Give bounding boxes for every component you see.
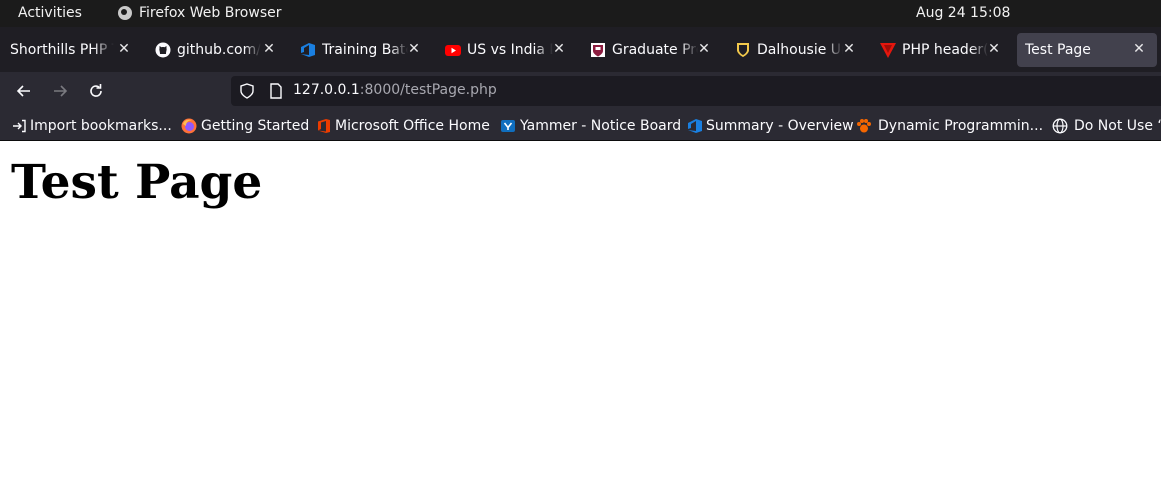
tab-dalhousie[interactable]: Dalhousie University ✕ xyxy=(735,33,857,67)
globe-icon xyxy=(1052,118,1068,134)
bookmarks-toolbar: Import bookmarks... Getting Started Micr… xyxy=(0,110,1161,141)
tab-title: Training Batch xyxy=(322,42,408,58)
tab-title: PHP header() xyxy=(902,42,988,58)
tracking-protection-shield-icon[interactable] xyxy=(239,83,255,99)
page-content: Test Page xyxy=(0,141,1161,502)
tab-title: Shorthills PHP Training xyxy=(10,42,114,58)
clock[interactable]: Aug 24 15:08 xyxy=(916,5,1010,21)
bookmark-dynamic-programming[interactable]: Dynamic Programmin... xyxy=(856,117,1043,134)
red-triangle-icon xyxy=(880,42,896,58)
yammer-icon xyxy=(500,118,516,134)
close-icon[interactable]: ✕ xyxy=(551,41,567,57)
page-info-icon[interactable] xyxy=(269,83,283,99)
tab-training-batch[interactable]: Training Batch ✕ xyxy=(300,33,422,67)
tab-strip: Shorthills PHP Training ✕ github.com/js … xyxy=(0,27,1161,72)
tab-php-header[interactable]: PHP header() ✕ xyxy=(880,33,1002,67)
firefox-app-icon xyxy=(118,6,132,20)
tab-title: Graduate Programs xyxy=(612,42,698,58)
tab-us-vs-india[interactable]: US vs India Debate ✕ xyxy=(445,33,567,67)
bookmark-label: Getting Started xyxy=(201,117,310,134)
bookmark-yammer[interactable]: Yammer - Notice Board xyxy=(500,117,681,134)
close-icon[interactable]: ✕ xyxy=(261,41,277,57)
dalhousie-shield-icon xyxy=(735,42,751,58)
url-bar[interactable]: 127.0.0.1:8000/testPage.php xyxy=(231,76,1161,106)
page-heading: Test Page xyxy=(11,155,263,210)
tab-title: Test Page xyxy=(1025,42,1091,58)
bookmark-label: Summary - Overview xyxy=(706,117,854,134)
firefox-icon xyxy=(181,118,197,134)
office-icon xyxy=(317,118,331,134)
back-arrow-icon[interactable] xyxy=(14,81,34,101)
bookmark-do-not-use[interactable]: Do Not Use “ xyxy=(1052,117,1161,134)
paw-icon xyxy=(856,118,872,134)
url-text[interactable]: 127.0.0.1:8000/testPage.php xyxy=(293,82,497,98)
app-name: Firefox Web Browser xyxy=(139,5,282,21)
tab-shorthills[interactable]: Shorthills PHP Training ✕ xyxy=(10,33,132,67)
close-icon[interactable]: ✕ xyxy=(696,41,712,57)
navigation-toolbar: 127.0.0.1:8000/testPage.php xyxy=(0,72,1161,110)
azure-devops-icon xyxy=(300,42,316,58)
system-top-bar: Activities Firefox Web Browser Aug 24 15… xyxy=(0,0,1161,27)
url-host: 127.0.0.1 xyxy=(293,82,360,98)
reload-icon[interactable] xyxy=(86,81,106,101)
university-crest-icon xyxy=(590,42,606,58)
tab-title: US vs India Debate xyxy=(467,42,553,58)
youtube-icon xyxy=(445,42,461,58)
bookmark-label: Yammer - Notice Board xyxy=(520,117,682,134)
tab-test-page[interactable]: Test Page ✕ xyxy=(1017,33,1157,67)
app-menu[interactable]: Firefox Web Browser xyxy=(118,5,282,21)
bookmark-office-home[interactable]: Microsoft Office Home xyxy=(317,117,490,134)
close-icon[interactable]: ✕ xyxy=(1131,41,1147,57)
close-icon[interactable]: ✕ xyxy=(986,41,1002,57)
tab-title: github.com/js xyxy=(177,42,261,58)
url-path: :8000/testPage.php xyxy=(359,82,497,98)
bookmark-label: Dynamic Programmin... xyxy=(878,117,1044,134)
activities-button[interactable]: Activities xyxy=(18,5,82,21)
bookmark-label: Microsoft Office Home xyxy=(335,117,490,134)
bookmark-label: Import bookmarks... xyxy=(30,117,172,134)
close-icon[interactable]: ✕ xyxy=(116,41,132,57)
close-icon[interactable]: ✕ xyxy=(841,41,857,57)
bookmark-import[interactable]: Import bookmarks... xyxy=(12,117,172,134)
github-icon xyxy=(155,42,171,58)
tab-github[interactable]: github.com/js ✕ xyxy=(155,33,277,67)
bookmark-summary-overview[interactable]: Summary - Overview xyxy=(687,117,854,134)
tab-graduate-programs[interactable]: Graduate Programs ✕ xyxy=(590,33,712,67)
azure-devops-icon xyxy=(687,118,703,134)
bookmark-label: Do Not Use “ xyxy=(1074,117,1161,134)
import-icon xyxy=(12,118,26,134)
tab-title: Dalhousie University xyxy=(757,42,843,58)
bookmark-getting-started[interactable]: Getting Started xyxy=(181,117,309,134)
close-icon[interactable]: ✕ xyxy=(406,41,422,57)
forward-arrow-icon[interactable] xyxy=(50,81,70,101)
